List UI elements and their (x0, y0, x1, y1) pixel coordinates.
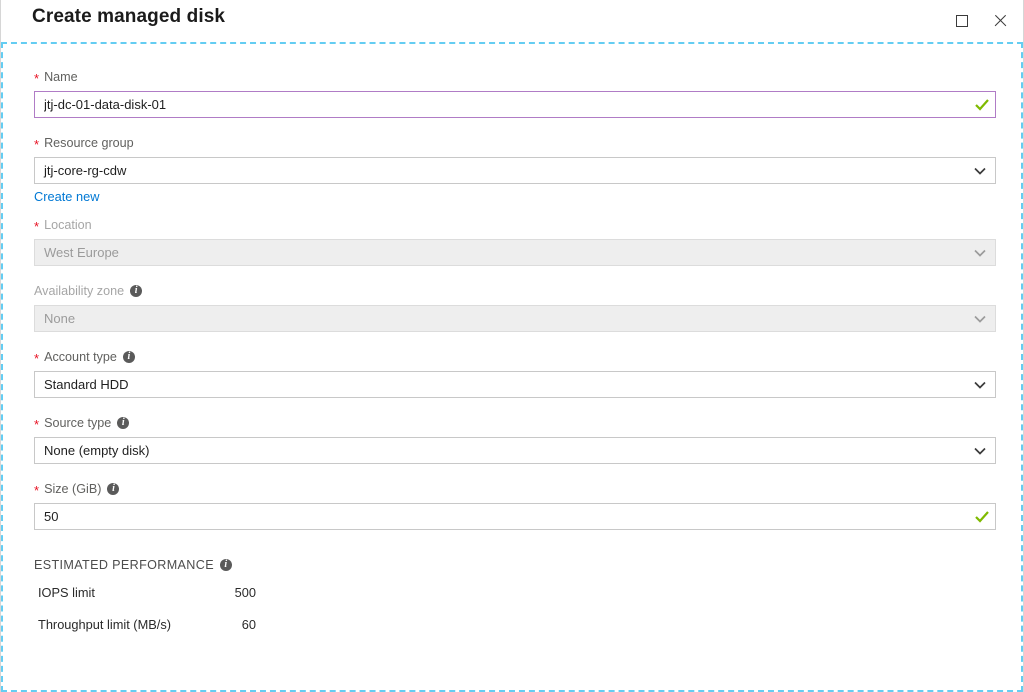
page-title: Create managed disk (32, 6, 226, 27)
perf-row-iops: IOPS limit 500 (34, 585, 991, 600)
source-type-value: None (empty disk) (44, 443, 150, 458)
perf-value-throughput: 60 (241, 617, 256, 632)
name-input[interactable] (35, 92, 969, 117)
account-type-select[interactable]: Standard HDD (34, 371, 996, 398)
chevron-down-icon[interactable] (965, 438, 995, 463)
info-icon[interactable]: i (130, 285, 143, 297)
source-type-label: * Source type i (34, 415, 991, 431)
close-button[interactable] (985, 6, 1015, 36)
required-indicator: * (34, 71, 40, 86)
form-focus-outline: * Name * Resource group (1, 42, 1023, 692)
maximize-icon (956, 15, 968, 27)
check-icon (969, 92, 995, 117)
field-source-type: * Source type i None (empty disk) (34, 415, 996, 464)
estimated-performance-section: ESTIMATED PERFORMANCE i IOPS limit 500 T… (34, 558, 991, 632)
account-type-value: Standard HDD (44, 377, 129, 392)
field-location: * Location West Europe (34, 217, 996, 266)
location-value: West Europe (44, 245, 119, 260)
location-label-text: Location (44, 218, 92, 232)
resource-group-label: * Resource group (34, 135, 991, 151)
required-indicator: * (34, 137, 40, 152)
name-label: * Name (34, 69, 991, 85)
check-icon (969, 504, 995, 529)
info-icon[interactable]: i (107, 483, 120, 495)
estimated-performance-title: ESTIMATED PERFORMANCE i (34, 558, 991, 572)
info-icon[interactable]: i (219, 559, 232, 571)
resource-group-select[interactable]: jtj-core-rg-cdw (34, 157, 996, 184)
create-managed-disk-blade: Create managed disk * Name jtj-dc-01-dat… (0, 0, 1024, 692)
availability-zone-label: Availability zone i (34, 283, 991, 299)
info-icon[interactable]: i (117, 417, 130, 429)
field-size: * Size (GiB) i (34, 481, 996, 530)
availability-zone-select: None (34, 305, 996, 332)
source-type-label-text: Source type (44, 416, 112, 430)
create-disk-form: * Name * Resource group (3, 44, 1021, 690)
chevron-down-icon[interactable] (965, 158, 995, 183)
resource-group-value: jtj-core-rg-cdw (44, 163, 127, 178)
size-input[interactable] (35, 504, 969, 529)
availability-zone-value: None (44, 311, 76, 326)
required-indicator: * (34, 351, 40, 366)
perf-label-iops: IOPS limit (38, 585, 95, 600)
estimated-performance-title-text: ESTIMATED PERFORMANCE (34, 558, 214, 572)
field-resource-group: * Resource group jtj-core-rg-cdw Create … (34, 135, 996, 206)
chevron-down-icon (965, 240, 995, 265)
create-new-resource-group-link[interactable]: Create new (34, 189, 99, 204)
info-icon[interactable]: i (122, 351, 135, 363)
availability-zone-label-text: Availability zone (34, 284, 125, 298)
resource-group-label-text: Resource group (44, 136, 134, 150)
size-label: * Size (GiB) i (34, 481, 991, 497)
required-indicator: * (34, 417, 40, 432)
name-label-text: Name (44, 70, 78, 84)
chevron-down-icon (965, 306, 995, 331)
source-type-select[interactable]: None (empty disk) (34, 437, 996, 464)
size-label-text: Size (GiB) (44, 482, 102, 496)
window-controls (947, 0, 1015, 42)
maximize-button[interactable] (947, 6, 977, 36)
location-label: * Location (34, 217, 991, 233)
account-type-label-text: Account type (44, 350, 117, 364)
chevron-down-icon[interactable] (965, 372, 995, 397)
account-type-label: * Account type i (34, 349, 991, 365)
perf-row-throughput: Throughput limit (MB/s) 60 (34, 617, 991, 632)
field-availability-zone: Availability zone i None (34, 283, 996, 332)
perf-label-throughput: Throughput limit (MB/s) (38, 617, 171, 632)
location-select: West Europe (34, 239, 996, 266)
field-name: * Name (34, 69, 996, 118)
required-indicator: * (34, 483, 40, 498)
perf-value-iops: 500 (234, 585, 256, 600)
field-account-type: * Account type i Standard HDD (34, 349, 996, 398)
name-input-wrapper[interactable] (34, 91, 996, 118)
size-input-wrapper[interactable] (34, 503, 996, 530)
close-icon (993, 14, 1007, 28)
blade-header: Create managed disk (1, 0, 1023, 42)
required-indicator: * (34, 219, 40, 234)
